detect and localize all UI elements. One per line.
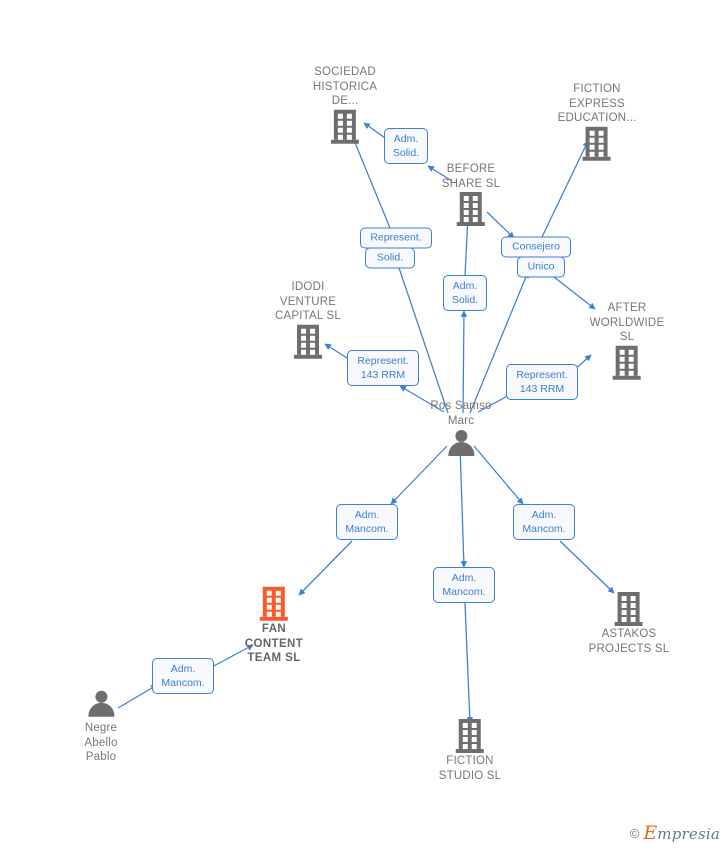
node-label: FAN CONTENT TEAM SL <box>244 622 304 664</box>
node-label: SOCIEDAD HISTORICA DE... <box>312 65 378 107</box>
person-head <box>94 690 107 703</box>
building-icon <box>259 586 288 621</box>
building-icon <box>455 719 484 753</box>
node-label: FICTION EXPRESS EDUCATION... <box>557 82 637 124</box>
building-icon <box>615 592 643 626</box>
node-label: ASTAKOS PROJECTS SL <box>588 628 670 655</box>
watermark-wordmark: Empresia <box>643 822 720 844</box>
node-label: IDODI VENTURE CAPITAL SL <box>275 280 341 322</box>
edge-label-represent-143-rrm-right[interactable]: Represent. 143 RRM <box>506 364 578 400</box>
node-before-share[interactable]: BEFORE SHARE SL <box>442 162 500 226</box>
node-sociedad-historica[interactable]: SOCIEDAD HISTORICA DE... <box>313 65 377 144</box>
edge-ros-to-fictionstudio <box>464 602 474 724</box>
watermark-empresia: © Empresia <box>630 822 720 844</box>
edge-label-adm-mancom-2[interactable]: Adm. Mancom. <box>433 567 495 603</box>
edge-label-adm-mancom-4[interactable]: Adm. Mancom. <box>152 658 214 694</box>
watermark-initial: E <box>643 822 658 844</box>
node-after-worldwide[interactable]: AFTER WORLDWIDE SL <box>590 301 665 380</box>
edge-ros-to-astakos <box>559 540 615 594</box>
node-ros-samso-marc[interactable]: Ros Samso Marc <box>430 399 491 459</box>
node-label: BEFORE SHARE SL <box>441 163 501 190</box>
node-label: Negre Abello Pablo <box>84 721 118 763</box>
edge-ros-to-sociedad-lower <box>395 261 449 414</box>
building-icon <box>331 109 359 144</box>
node-fiction-express[interactable]: FICTION EXPRESS EDUCATION... <box>558 82 637 161</box>
building-icon <box>612 345 641 380</box>
node-negre-abello-pablo[interactable]: Negre Abello Pablo <box>84 690 117 765</box>
edge-label-represent[interactable]: Represent. <box>360 227 432 249</box>
edge-label-consejero[interactable]: Consejero <box>501 236 571 258</box>
person-body <box>448 442 474 456</box>
building-icon <box>582 126 611 161</box>
person-head <box>455 430 467 442</box>
node-label: Ros Samso Marc <box>430 400 492 427</box>
node-fan-content-team[interactable]: FAN CONTENT TEAM SL <box>244 586 304 666</box>
node-astakos-projects[interactable]: ASTAKOS PROJECTS SL <box>589 592 670 656</box>
building-icon <box>456 192 485 226</box>
edge-label-unico[interactable]: Unico <box>517 256 565 278</box>
building-icon <box>293 324 322 359</box>
node-label: FICTION STUDIO SL <box>438 755 502 782</box>
edge-label-adm-solid-2[interactable]: Adm. Solid. <box>443 275 487 311</box>
relationship-graph-canvas: SOCIEDAD HISTORICA DE... FICTION EXPRESS… <box>0 0 728 850</box>
edge-label-solid[interactable]: Solid. <box>365 247 415 269</box>
edge-label-adm-mancom-1[interactable]: Adm. Mancom. <box>336 504 398 540</box>
person-icon <box>86 690 116 720</box>
edge-ros-to-fancontentteam <box>298 540 353 596</box>
edge-label-adm-solid-1[interactable]: Adm. Solid. <box>384 128 428 164</box>
edge-label-adm-mancom-3[interactable]: Adm. Mancom. <box>513 504 575 540</box>
person-body <box>87 702 114 717</box>
person-icon <box>446 429 476 459</box>
edge-ros-to-admsolid2 <box>460 310 468 414</box>
node-fiction-studio[interactable]: FICTION STUDIO SL <box>439 719 502 783</box>
edge-label-represent-143-rrm-left[interactable]: Represent. 143 RRM <box>347 350 419 386</box>
edge-ros-to-admmancom2 <box>459 445 468 568</box>
node-idodi-venture-capital[interactable]: IDODI VENTURE CAPITAL SL <box>275 280 341 359</box>
watermark-rest: mpresia <box>657 825 720 843</box>
node-label: AFTER WORLDWIDE SL <box>589 301 665 343</box>
copyright-icon: © <box>629 825 640 841</box>
